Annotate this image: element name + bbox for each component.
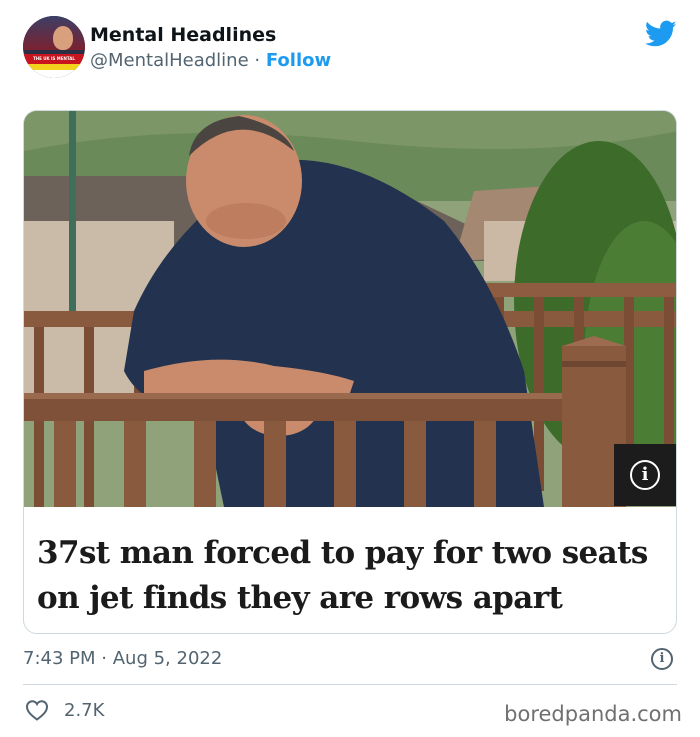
avatar-footer — [23, 70, 85, 78]
handle-separator: · — [254, 50, 261, 71]
like-button[interactable]: 2.7K — [25, 699, 104, 721]
image-info-button[interactable]: i — [614, 444, 676, 506]
like-count: 2.7K — [64, 699, 105, 721]
divider — [23, 684, 677, 685]
photo-illustration — [24, 111, 676, 507]
avatar-face — [53, 26, 73, 50]
watermark: boredpanda.com — [504, 702, 682, 726]
article-photo[interactable]: i — [24, 111, 676, 507]
tweet-timestamp[interactable]: 7:43 PM · Aug 5, 2022 — [23, 648, 222, 669]
follow-link[interactable]: Follow — [266, 50, 331, 71]
tweet-date: Aug 5, 2022 — [112, 648, 223, 669]
article-headline[interactable]: 37st man forced to pay for two seats on … — [37, 531, 657, 621]
timestamp-separator: · — [101, 648, 107, 669]
author-handle[interactable]: @MentalHeadline — [90, 50, 249, 71]
headline-line-2: on jet finds they are rows apart — [37, 580, 563, 616]
headline-line-1: 37st man forced to pay for two seats — [37, 535, 648, 571]
tweet-time: 7:43 PM — [23, 648, 96, 669]
info-icon[interactable]: i — [651, 648, 673, 670]
avatar[interactable]: THE UK IS MENTAL — [23, 16, 85, 78]
tweet-embed: THE UK IS MENTAL Mental Headlines @Menta… — [0, 0, 700, 737]
author-name[interactable]: Mental Headlines — [90, 24, 276, 46]
media-card[interactable]: i 37st man forced to pay for two seats o… — [23, 110, 677, 634]
author-handle-row: @MentalHeadline · Follow — [90, 50, 331, 71]
info-icon: i — [630, 460, 660, 490]
twitter-bird-icon[interactable] — [645, 20, 677, 48]
avatar-banner-text: THE UK IS MENTAL — [23, 54, 85, 64]
heart-icon — [25, 700, 49, 721]
